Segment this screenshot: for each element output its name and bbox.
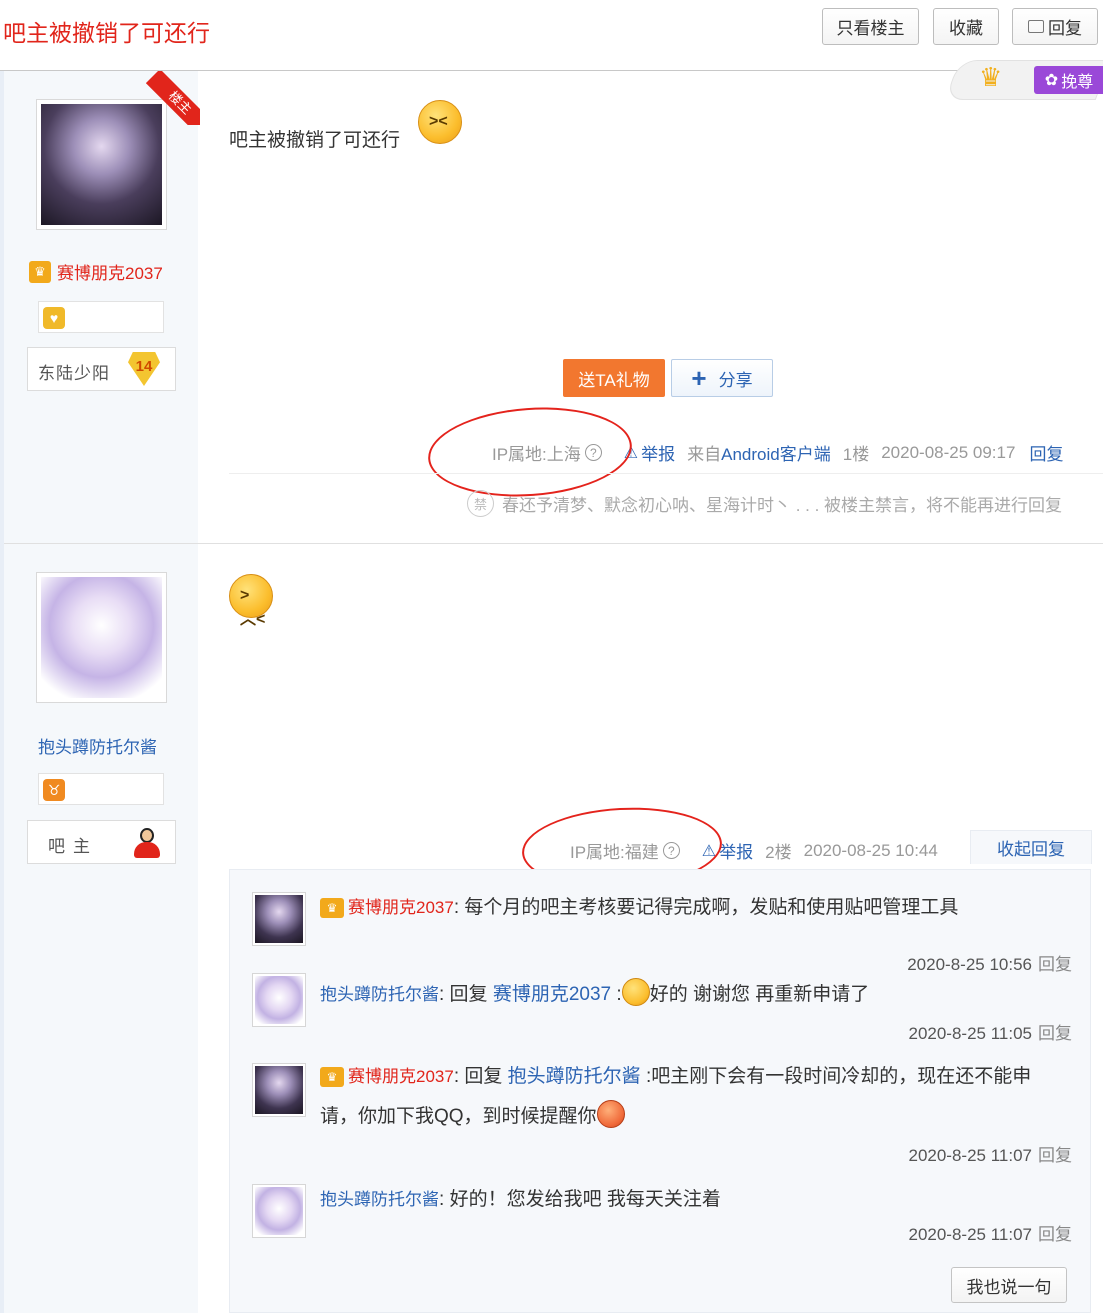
floor-number: 2楼 — [765, 843, 792, 862]
thread-header: 吧主被撤销了可还行 只看楼主 收藏 回复 — [0, 0, 1103, 71]
username[interactable]: 抱头蹲防托尔酱 — [38, 733, 157, 758]
lz-ribbon: 楼主 — [146, 71, 200, 125]
reply-text: 每个月的吧主考核要记得完成啊，发贴和使用贴吧管理工具 — [464, 897, 959, 918]
angry-emoji-icon: >︿< — [229, 574, 273, 628]
reply-text: 好的 谢谢您 再重新申请了 — [649, 984, 870, 1005]
reply-body: ♛ 赛博朋克2037: 每个月的吧主考核要记得完成啊，发贴和使用贴吧管理工具 — [320, 888, 1068, 928]
banned-notice-text: 春还予清梦、默念初心呐、星海计时丶 . . . 被楼主禁言，将不能再进行回复 — [502, 496, 1063, 515]
reply-meta: 2020-8-25 11:05 回复 — [908, 1019, 1072, 1044]
banned-notice: 禁 春还予清梦、默念初心呐、星海计时丶 . . . 被楼主禁言，将不能再进行回复 — [467, 490, 1062, 517]
share-button[interactable]: + 分享 — [671, 359, 773, 397]
reply-username[interactable]: 赛博朋克2037 — [348, 898, 454, 917]
reply-username[interactable]: 抱头蹲防托尔酱 — [320, 985, 439, 1004]
rank-title: 吧主 — [48, 837, 98, 856]
rank-box: 东陆少阳 14 — [27, 347, 176, 391]
reply-time: 2020-8-25 10:56 — [907, 955, 1032, 974]
share-label: 分享 — [718, 370, 753, 390]
reply-time: 2020-8-25 11:05 — [908, 1024, 1032, 1043]
only-lz-button[interactable]: 只看楼主 — [822, 8, 919, 45]
list-item: 抱头蹲防托尔酱: 好的！您发给我吧 我每天关注着 2020-8-25 11:07… — [252, 1184, 1072, 1264]
reply-link[interactable]: 回复 — [1038, 1024, 1072, 1043]
reply-time: 2020-8-25 11:07 — [908, 1146, 1032, 1165]
avatar[interactable] — [252, 973, 306, 1027]
username[interactable]: ♛ 赛博朋克2037 — [29, 259, 163, 284]
reply-meta: 2020-8-25 11:07 回复 — [908, 1141, 1072, 1166]
reply-text: 好的！您发给我吧 我每天关注着 — [449, 1189, 721, 1210]
crown-icon: ♛ — [979, 62, 1003, 92]
client-source: 来自Android客户端 — [687, 445, 831, 464]
avatar[interactable] — [36, 572, 167, 703]
badge-box: ♥ — [38, 301, 164, 333]
avatar[interactable] — [252, 1063, 306, 1117]
reply-meta: 2020-8-25 10:56 回复 — [907, 950, 1072, 975]
level-badge: 14 — [128, 352, 160, 386]
reply-link[interactable]: 回复 — [1029, 440, 1063, 465]
reply-body: 抱头蹲防托尔酱: 回复 赛博朋克2037 : 好的 谢谢您 再重新申请了 — [320, 975, 1068, 1015]
collapse-replies-link[interactable]: 收起回复 — [970, 830, 1092, 864]
reply-list: ♛ 赛博朋克2037: 每个月的吧主考核要记得完成啊，发贴和使用贴吧管理工具 20… — [229, 869, 1091, 1313]
reply-meta: 2020-8-25 11:07 回复 — [908, 1220, 1072, 1245]
ban-icon: 禁 — [467, 490, 494, 517]
reply-target[interactable]: 赛博朋克2037 — [493, 984, 611, 1005]
list-item: ♛ 赛博朋克2037: 每个月的吧主考核要记得完成啊，发贴和使用贴吧管理工具 20… — [252, 892, 1072, 975]
reply-username[interactable]: 抱头蹲防托尔酱 — [320, 1190, 439, 1209]
rank-title: 东陆少阳 — [38, 364, 110, 383]
avatar[interactable] — [252, 892, 306, 946]
sweat-emoji-icon: >< — [418, 100, 462, 144]
send-gift-button[interactable]: 送TA礼物 — [563, 359, 665, 397]
vip-icon: ♛ — [29, 260, 51, 283]
thread-title: 吧主被撤销了可还行 — [3, 20, 210, 46]
red-circle-annotation — [425, 400, 635, 504]
heart-badge-icon[interactable]: ♥ — [43, 307, 65, 329]
reply-link[interactable]: 回复 — [1038, 955, 1072, 974]
list-item: ♛ 赛博朋克2037: 回复 抱头蹲防托尔酱 :吧主刚下会有一段时间冷却的，现在还… — [252, 1063, 1072, 1173]
username-text[interactable]: 赛博朋克2037 — [57, 259, 163, 284]
say-something-button[interactable]: 我也说一句 — [951, 1267, 1067, 1303]
reply-body: 抱头蹲防托尔酱: 好的！您发给我吧 我每天关注着 — [320, 1189, 721, 1210]
reply-button[interactable]: 回复 — [1012, 8, 1098, 45]
avatar[interactable] — [252, 1184, 306, 1238]
post-time: 2020-08-25 09:17 — [881, 442, 1016, 462]
vip-icon: ♛ — [320, 1066, 344, 1087]
favorite-button[interactable]: 收藏 — [933, 8, 999, 45]
paw-icon: ✿ — [1044, 72, 1059, 89]
reply-time: 2020-8-25 11:07 — [908, 1225, 1032, 1244]
cry-emoji-icon — [621, 978, 650, 1006]
post-content: 吧主被撤销了可还行 — [229, 130, 401, 151]
plus-icon: + — [691, 363, 707, 393]
comment-icon — [1028, 20, 1044, 33]
taurus-badge-icon[interactable]: ♉ — [43, 779, 65, 801]
moderator-icon — [132, 827, 162, 859]
reply-target[interactable]: 抱头蹲防托尔酱 — [508, 1066, 641, 1087]
separator — [229, 473, 1103, 474]
badge-box: ♉ — [38, 773, 164, 805]
reply-link[interactable]: 回复 — [1038, 1225, 1072, 1244]
pawn-label: 挽尊 — [1061, 74, 1094, 91]
vip-icon: ♛ — [320, 897, 344, 918]
post-time: 2020-08-25 10:44 — [803, 840, 938, 860]
floor-number: 1楼 — [842, 445, 870, 464]
list-item: 抱头蹲防托尔酱: 回复 赛博朋克2037 : 好的 谢谢您 再重新申请了 2020… — [252, 973, 1072, 1053]
reply-body: ♛ 赛博朋克2037: 回复 抱头蹲防托尔酱 :吧主刚下会有一段时间冷却的，现在还… — [320, 1066, 1032, 1128]
reply-button-label: 回复 — [1048, 19, 1082, 38]
post-divider — [4, 543, 1103, 544]
pawn-button[interactable]: ✿ 挽尊 — [1034, 66, 1103, 94]
rank-box: 吧主 — [27, 820, 176, 864]
client-link[interactable]: Android客户端 — [721, 445, 831, 464]
reply-link[interactable]: 回复 — [1038, 1146, 1072, 1165]
laugh-emoji-icon — [596, 1100, 625, 1128]
reply-username[interactable]: 赛博朋克2037 — [348, 1067, 454, 1086]
